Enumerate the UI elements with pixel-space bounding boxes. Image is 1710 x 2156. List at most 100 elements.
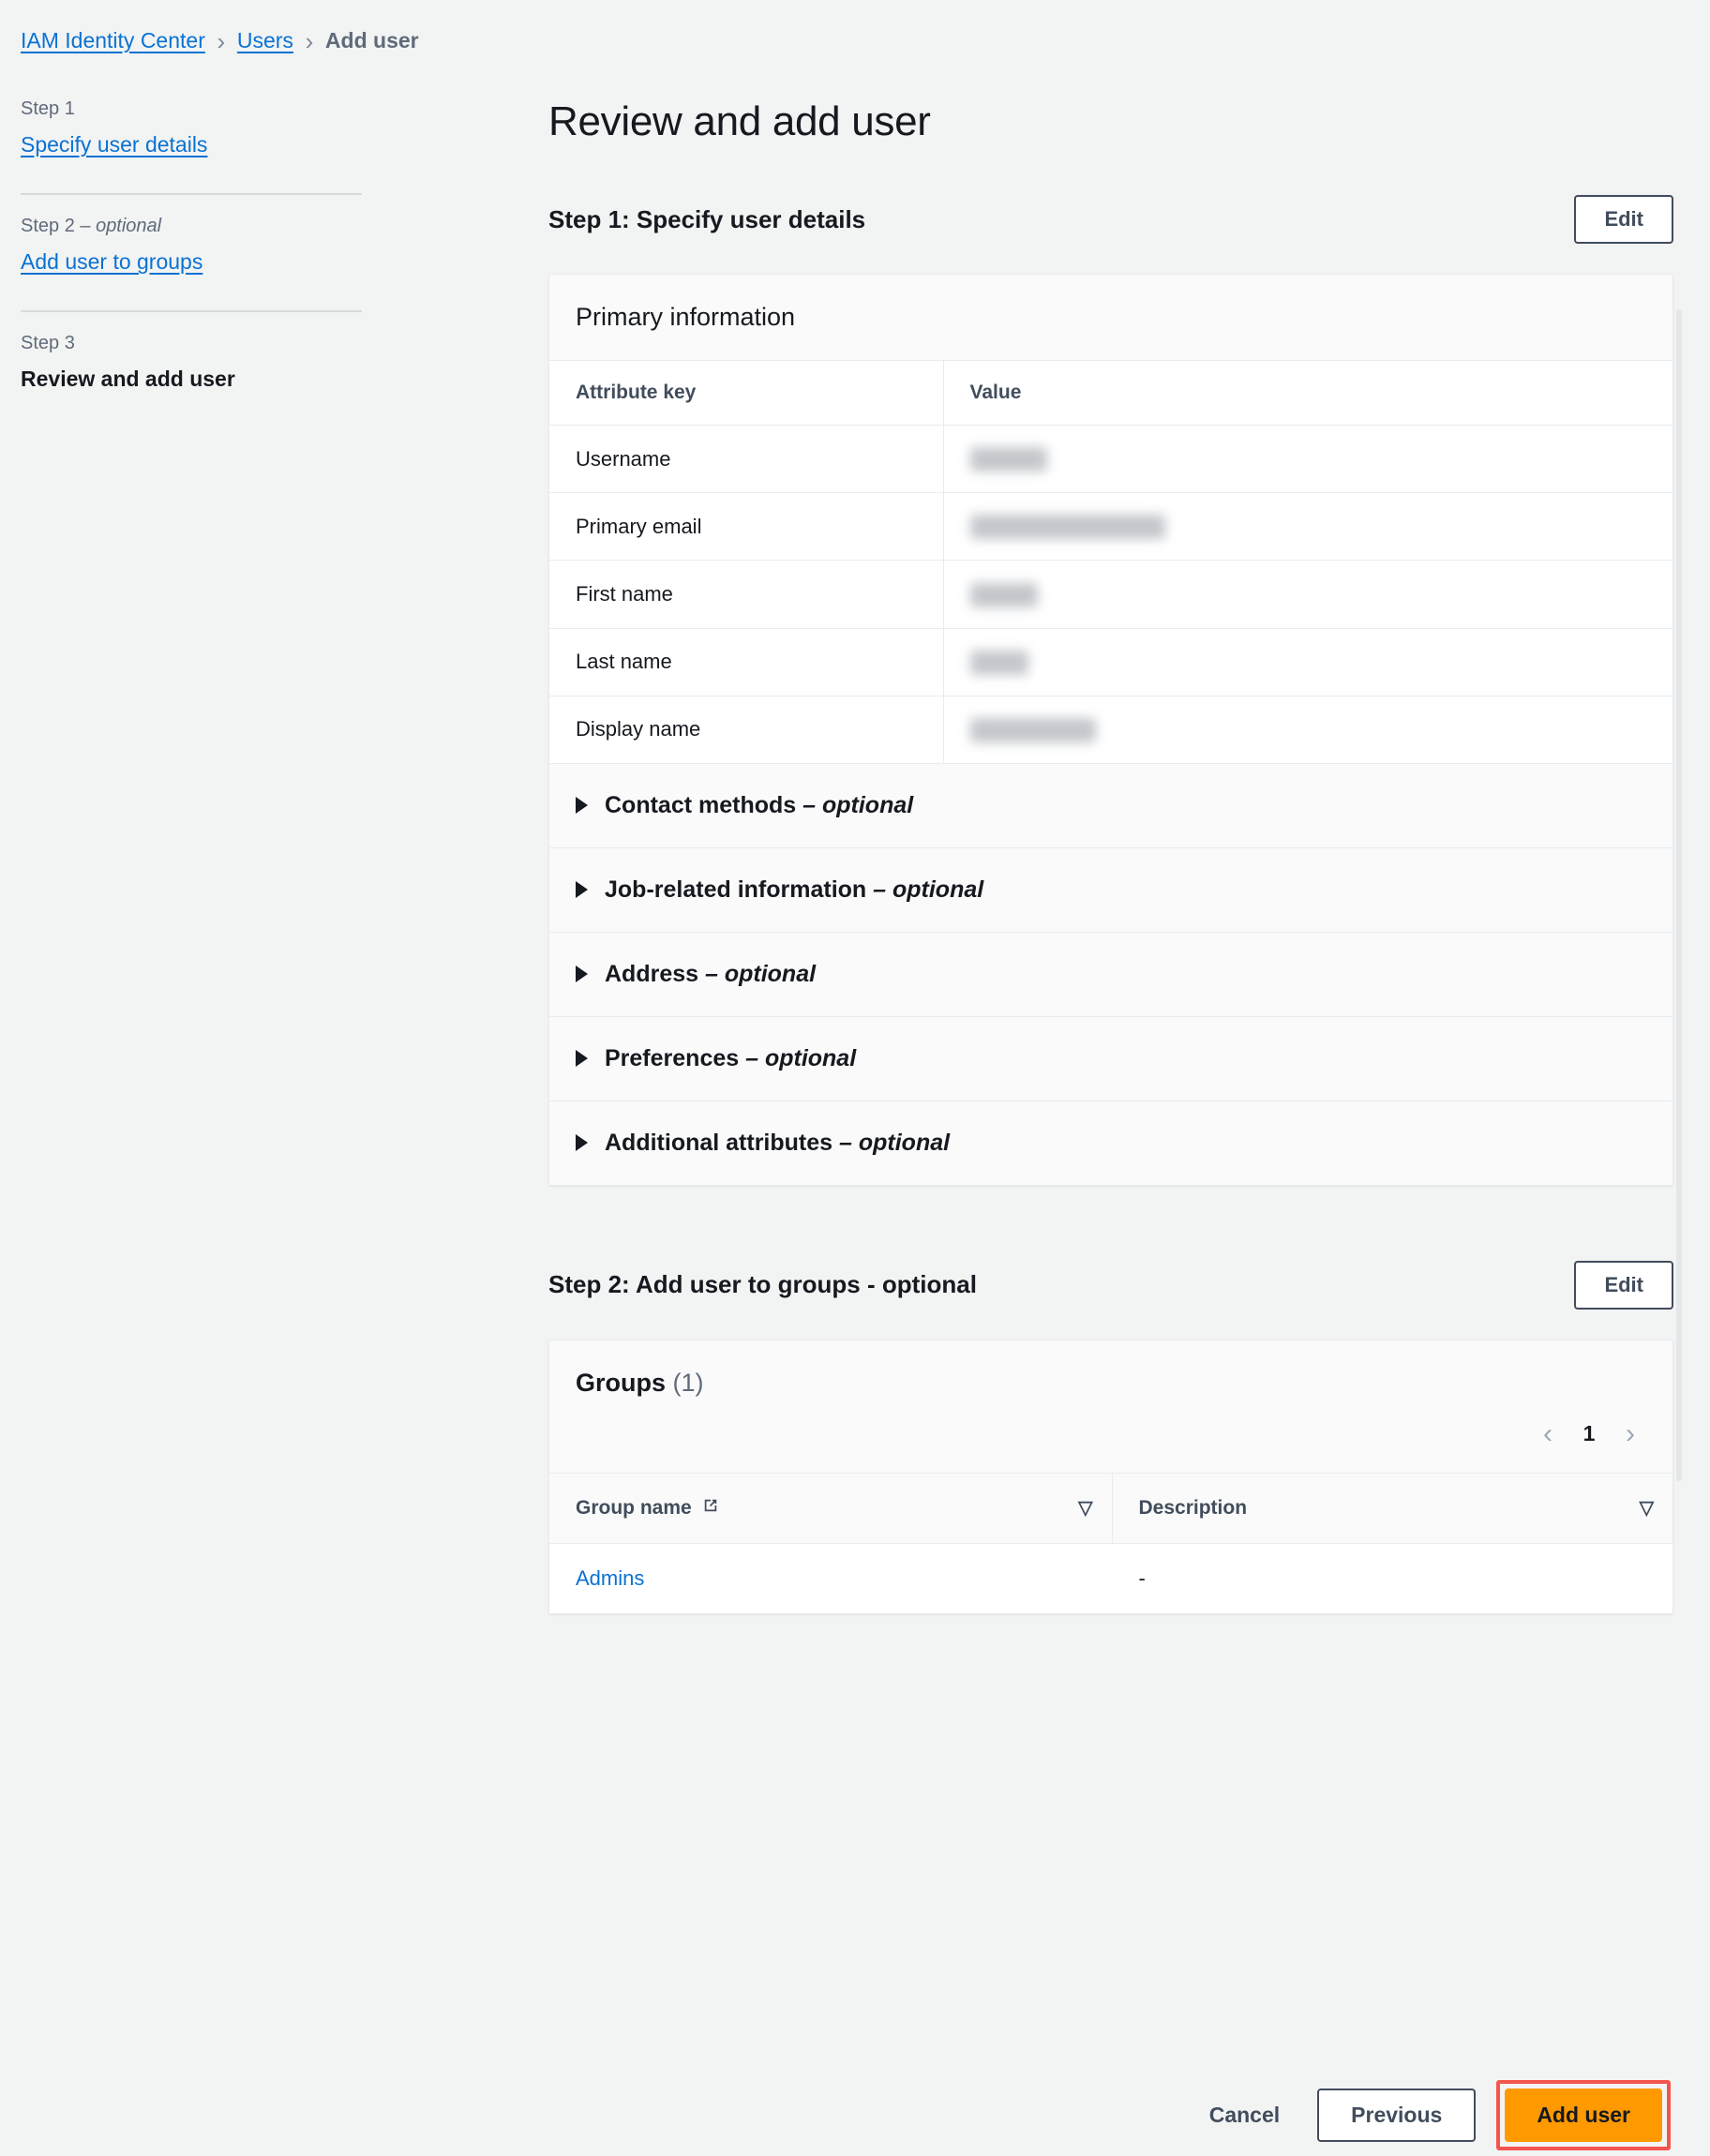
attribute-value-first-name: [942, 560, 1672, 629]
chevron-right-icon: [576, 797, 588, 815]
attribute-key-last-name: Last name: [549, 628, 943, 696]
groups-card-header: Groups (1): [549, 1340, 1672, 1398]
expander-label-text: Contact methods: [605, 791, 797, 818]
expander-job-related-information-label: Job-related information – optional: [605, 876, 983, 904]
table-row: First name: [549, 560, 1672, 629]
wizard-step-2-link[interactable]: Add user to groups: [21, 249, 368, 275]
column-header-group-name-text: Group name: [576, 1496, 692, 1519]
step2-edit-button[interactable]: Edit: [1574, 1260, 1673, 1310]
wizard-step-navigation: Step 1 Specify user details Step 2 – opt…: [21, 98, 368, 409]
step2-heading: Step 2: Add user to groups - optional: [548, 1270, 977, 1299]
wizard-step-2-number: Step 2: [21, 216, 75, 236]
page-title: Review and add user: [548, 98, 931, 144]
expander-job-related-information[interactable]: Job-related information – optional: [549, 847, 1672, 933]
expander-optional-text: – optional: [739, 1044, 857, 1071]
step2-section-header: Step 2: Add user to groups - optional Ed…: [548, 1260, 1673, 1310]
wizard-step-1: Step 1 Specify user details: [21, 98, 368, 174]
table-row: Primary email: [549, 492, 1672, 561]
chevron-right-icon: [576, 881, 588, 899]
expander-contact-methods-label: Contact methods – optional: [605, 792, 913, 819]
groups-title-text: Groups: [576, 1368, 667, 1397]
breadcrumb-item-iam-identity-center[interactable]: IAM Identity Center: [21, 28, 205, 53]
add-user-button[interactable]: Add user: [1505, 2089, 1662, 2142]
column-header-description-text: Description: [1138, 1496, 1248, 1519]
expander-preferences-label: Preferences – optional: [605, 1045, 856, 1072]
expander-optional-text: – optional: [832, 1129, 951, 1156]
attribute-value-username: [942, 425, 1672, 494]
table-row: Display name: [549, 696, 1672, 764]
wizard-step-1-number: Step 1: [21, 98, 75, 119]
wizard-step-divider: [21, 193, 362, 195]
add-user-highlight-box: Add user: [1496, 2080, 1671, 2150]
attribute-key-first-name: First name: [549, 560, 943, 629]
step1-heading: Step 1: Specify user details: [548, 204, 866, 233]
page-root: IAM Identity Center › Users › Add user S…: [0, 0, 1710, 2156]
expander-label-text: Job-related information: [605, 876, 867, 903]
groups-table: Group name ▽ Description ▽ Admins -: [549, 1472, 1672, 1613]
attribute-value-display-name: [942, 696, 1672, 764]
sort-group-name-icon[interactable]: ▽: [1078, 1499, 1092, 1518]
expander-contact-methods[interactable]: Contact methods – optional: [549, 763, 1672, 848]
chevron-right-icon: [576, 1050, 588, 1068]
expander-optional-text: – optional: [866, 876, 984, 903]
wizard-step-1-label: Step 1: [21, 98, 368, 120]
attribute-key-username: Username: [549, 425, 943, 494]
primary-information-card: Primary information Attribute key Value …: [548, 274, 1673, 1186]
group-name-cell: Admins: [549, 1543, 1112, 1613]
chevron-right-icon: [576, 1134, 588, 1152]
breadcrumb-item-users[interactable]: Users: [237, 28, 293, 53]
expander-optional-text: – optional: [698, 960, 817, 987]
redacted-value: [969, 447, 1047, 472]
attribute-table-header-row: Attribute key Value: [549, 361, 1672, 426]
redacted-value: [969, 582, 1038, 607]
main-content: Review and add user Step 1: Specify user…: [548, 98, 1673, 1614]
attribute-key-primary-email: Primary email: [549, 492, 943, 561]
group-link-admins[interactable]: Admins: [576, 1566, 644, 1590]
breadcrumb-item-add-user: Add user: [324, 28, 419, 52]
groups-pagination: ‹ 1 ›: [549, 1397, 1672, 1473]
redacted-value: [969, 717, 1096, 742]
expander-address[interactable]: Address – optional: [549, 932, 1672, 1017]
step1-edit-button[interactable]: Edit: [1574, 195, 1673, 244]
pagination-previous-icon[interactable]: ‹: [1532, 1419, 1564, 1448]
expander-additional-attributes[interactable]: Additional attributes – optional: [549, 1100, 1672, 1185]
wizard-step-3-title: Review and add user: [21, 367, 235, 391]
attribute-value-last-name: [942, 628, 1672, 696]
sort-description-icon[interactable]: ▽: [1640, 1499, 1654, 1518]
groups-card: Groups (1) ‹ 1 › Group name ▽ Descriptio…: [548, 1339, 1673, 1614]
expander-label-text: Additional attributes: [605, 1129, 833, 1156]
wizard-step-3: Step 3 Review and add user: [21, 333, 368, 409]
wizard-step-2-label: Step 2 – optional: [21, 216, 368, 237]
previous-button[interactable]: Previous: [1317, 2089, 1477, 2142]
breadcrumb-separator-icon: ›: [217, 26, 226, 55]
column-header-attribute-key: Attribute key: [549, 361, 943, 426]
vertical-scrollbar[interactable]: [1676, 309, 1682, 1481]
groups-table-header-row: Group name ▽ Description ▽: [549, 1472, 1672, 1544]
wizard-step-divider: [21, 310, 362, 312]
column-header-description: Description ▽: [1111, 1472, 1672, 1544]
primary-information-table: Attribute key Value Username Primary ema…: [549, 361, 1672, 764]
external-link-icon: [701, 1496, 720, 1520]
wizard-step-2: Step 2 – optional Add user to groups: [21, 216, 368, 292]
groups-title: Groups (1): [576, 1369, 704, 1397]
breadcrumb: IAM Identity Center › Users › Add user: [21, 28, 419, 53]
chevron-right-icon: [576, 966, 588, 983]
cancel-button[interactable]: Cancel: [1192, 2090, 1297, 2140]
pagination-page-1[interactable]: 1: [1577, 1421, 1601, 1446]
group-description-cell: -: [1111, 1543, 1672, 1613]
primary-information-title: Primary information: [576, 303, 796, 331]
redacted-value: [969, 650, 1028, 675]
expander-optional-text: – optional: [796, 791, 914, 818]
step1-section-header: Step 1: Specify user details Edit: [548, 195, 1673, 244]
attribute-key-display-name: Display name: [549, 696, 943, 764]
expander-label-text: Address: [605, 960, 699, 987]
wizard-step-1-link[interactable]: Specify user details: [21, 132, 368, 157]
redacted-value: [969, 515, 1165, 540]
pagination-next-icon[interactable]: ›: [1614, 1419, 1646, 1448]
expander-address-label: Address – optional: [605, 961, 816, 988]
table-row: Username: [549, 425, 1672, 494]
column-header-group-name: Group name ▽: [549, 1472, 1112, 1544]
table-row: Admins -: [549, 1543, 1672, 1613]
primary-information-header: Primary information: [549, 275, 1672, 361]
expander-preferences[interactable]: Preferences – optional: [549, 1016, 1672, 1101]
